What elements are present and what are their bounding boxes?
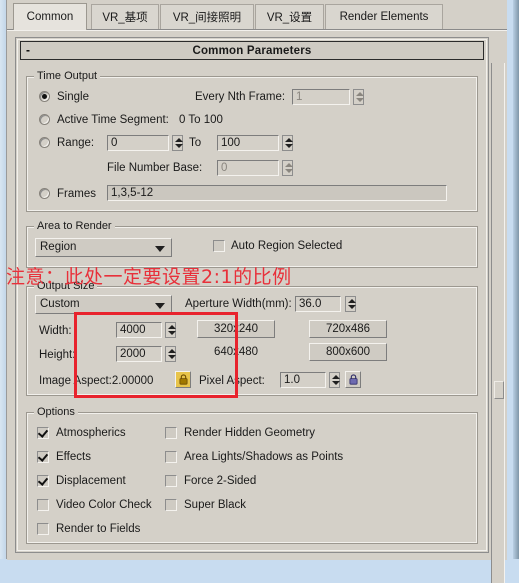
- radio-range[interactable]: [39, 137, 50, 148]
- render-setup-window: Common VR_基项 VR_间接照明 VR_设置 Render Elemen…: [6, 0, 507, 583]
- area-to-render-group-title: Area to Render: [34, 220, 115, 232]
- every-nth-frame-spinner[interactable]: [353, 89, 364, 105]
- checkbox-effects[interactable]: [37, 451, 49, 463]
- every-nth-frame-input[interactable]: 1: [292, 89, 350, 105]
- checkbox-atmospherics[interactable]: [37, 427, 49, 439]
- tab-strip: Common VR_基项 VR_间接照明 VR_设置 Render Elemen…: [7, 0, 507, 30]
- tab-render-elements-label: Render Elements: [339, 11, 429, 23]
- label-frames: Frames: [57, 188, 96, 200]
- label-image-aspect: Image Aspect:2.00000: [39, 375, 154, 387]
- image-aspect-lock-icon[interactable]: [175, 371, 191, 388]
- label-file-number-base: File Number Base:: [107, 162, 203, 174]
- label-atmospherics: Atmospherics: [56, 427, 126, 439]
- rollout-header[interactable]: - Common Parameters: [20, 41, 484, 60]
- panel-scrollbar[interactable]: [491, 63, 505, 583]
- preset-640x480-button[interactable]: 640x480: [197, 343, 275, 361]
- tab-vr-settings-label: VR_设置: [266, 12, 313, 24]
- label-active-time-segment: Active Time Segment:: [57, 114, 169, 126]
- radio-active-time-segment[interactable]: [39, 114, 50, 125]
- range-to-spinner[interactable]: [282, 135, 293, 151]
- range-to-input[interactable]: 100: [217, 135, 279, 151]
- height-input[interactable]: 2000: [116, 346, 162, 362]
- area-to-render-select[interactable]: Region: [35, 238, 172, 257]
- preset-640x480-label: 640x480: [213, 346, 259, 358]
- preset-720x486-label: 720x486: [325, 323, 371, 335]
- label-width: Width:: [39, 325, 72, 337]
- output-size-group-title: Output Size: [34, 280, 98, 292]
- frames-input[interactable]: 1,3,5-12: [107, 185, 447, 201]
- rollout-collapse-toggle[interactable]: -: [26, 43, 30, 58]
- label-range-to: To: [189, 137, 202, 149]
- window-right-edge: [513, 0, 519, 559]
- label-range: Range:: [57, 137, 95, 149]
- preset-320x240-button[interactable]: 320x240: [197, 320, 275, 338]
- checkbox-area-lights-shadows-as-points[interactable]: [165, 451, 177, 463]
- label-effects: Effects: [56, 451, 91, 463]
- aperture-width-input[interactable]: 36.0: [295, 296, 341, 312]
- output-size-group: Output Size Custom Aperture Width(mm): 3…: [26, 280, 478, 396]
- pixel-aspect-input[interactable]: 1.0: [280, 372, 326, 388]
- label-super-black: Super Black: [184, 499, 247, 511]
- label-every-nth-frame: Every Nth Frame:: [195, 91, 286, 103]
- label-area-lights-shadows-as-points: Area Lights/Shadows as Points: [184, 451, 344, 463]
- preset-800x600-label: 800x600: [325, 346, 371, 358]
- width-input[interactable]: 4000: [116, 322, 162, 338]
- preset-720x486-button[interactable]: 720x486: [309, 320, 387, 338]
- options-group-title: Options: [34, 406, 78, 418]
- label-single: Single: [57, 91, 89, 103]
- output-size-preset-select[interactable]: Custom: [35, 295, 172, 314]
- range-from-spinner[interactable]: [172, 135, 183, 151]
- checkbox-render-hidden-geometry[interactable]: [165, 427, 177, 439]
- label-displacement: Displacement: [56, 475, 126, 487]
- label-video-color-check: Video Color Check: [56, 499, 152, 511]
- label-pixel-aspect: Pixel Aspect:: [199, 375, 265, 387]
- options-group: Options Atmospherics Effects Displacemen…: [26, 406, 478, 544]
- rollout-title: Common Parameters: [192, 44, 312, 57]
- value-active-time-segment: 0 To 100: [179, 114, 223, 126]
- label-height: Height:: [39, 349, 76, 361]
- checkbox-displacement[interactable]: [37, 475, 49, 487]
- height-spinner[interactable]: [165, 346, 176, 362]
- checkbox-auto-region-selected[interactable]: [213, 240, 225, 252]
- radio-frames[interactable]: [39, 188, 50, 199]
- tab-common-label: Common: [26, 11, 74, 23]
- chevron-down-icon: [155, 303, 165, 309]
- aperture-width-spinner[interactable]: [345, 296, 356, 312]
- width-spinner[interactable]: [165, 322, 176, 338]
- file-number-base-spinner[interactable]: [282, 160, 293, 176]
- time-output-group-title: Time Output: [34, 70, 101, 82]
- label-render-to-fields: Render to Fields: [56, 523, 141, 535]
- pixel-aspect-spinner[interactable]: [329, 372, 340, 388]
- checkbox-super-black[interactable]: [165, 499, 177, 511]
- panel-body: - Common Parameters Time Output Single E…: [7, 30, 507, 583]
- tab-vr-basic[interactable]: VR_基项: [91, 4, 159, 29]
- panel-scrollbar-thumb[interactable]: [494, 381, 504, 399]
- radio-single[interactable]: [39, 91, 50, 102]
- label-aperture-width: Aperture Width(mm):: [185, 298, 292, 310]
- checkbox-render-to-fields[interactable]: [37, 523, 49, 535]
- checkbox-force-2-sided[interactable]: [165, 475, 177, 487]
- file-number-base-input[interactable]: 0: [217, 160, 279, 176]
- tab-vr-indirect-illumination-label: VR_间接照明: [172, 12, 242, 24]
- area-to-render-value: Region: [40, 241, 77, 253]
- range-from-input[interactable]: 0: [107, 135, 169, 151]
- tab-render-elements[interactable]: Render Elements: [325, 4, 443, 29]
- tab-common[interactable]: Common: [13, 3, 87, 30]
- tab-vr-settings[interactable]: VR_设置: [255, 4, 324, 29]
- area-to-render-group: Area to Render Region Auto Region Select…: [26, 220, 478, 268]
- time-output-group: Time Output Single Every Nth Frame: 1 Ac…: [26, 70, 478, 212]
- output-size-preset-value: Custom: [40, 298, 80, 310]
- chevron-down-icon: [155, 246, 165, 252]
- common-parameters-rollout: - Common Parameters Time Output Single E…: [15, 37, 489, 553]
- label-auto-region-selected: Auto Region Selected: [231, 240, 343, 252]
- preset-800x600-button[interactable]: 800x600: [309, 343, 387, 361]
- tab-vr-indirect-illumination[interactable]: VR_间接照明: [160, 4, 254, 29]
- preset-320x240-label: 320x240: [213, 323, 259, 335]
- label-force-2-sided: Force 2-Sided: [184, 475, 257, 487]
- tab-vr-basic-label: VR_基项: [102, 12, 148, 24]
- pixel-aspect-lock-icon[interactable]: [345, 371, 361, 388]
- checkbox-video-color-check[interactable]: [37, 499, 49, 511]
- label-render-hidden-geometry: Render Hidden Geometry: [184, 427, 316, 439]
